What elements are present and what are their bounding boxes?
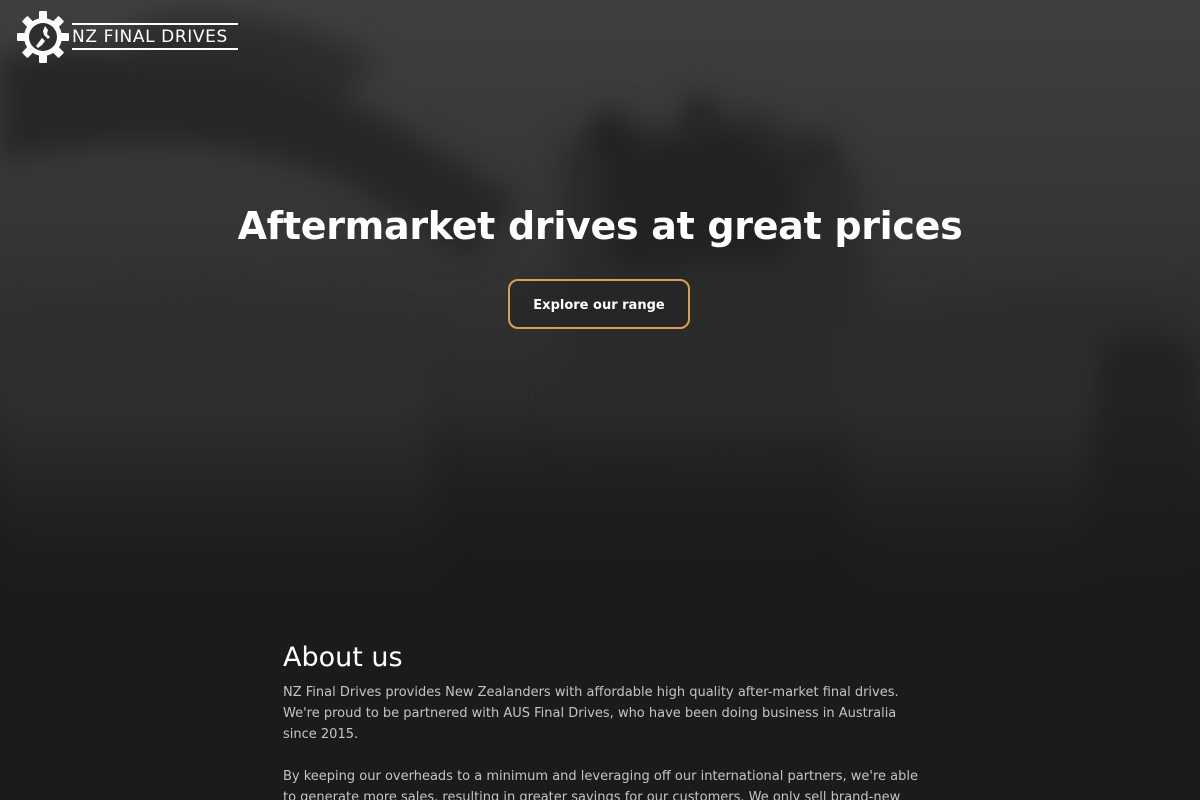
explore-range-button[interactable]: Explore our range xyxy=(508,279,690,329)
site-logo[interactable]: NZ FINAL DRIVES xyxy=(16,10,240,64)
about-heading: About us xyxy=(283,642,403,673)
hero-title: Aftermarket drives at great prices xyxy=(237,204,963,248)
about-paragraph: By keeping our overheads to a minimum an… xyxy=(283,769,918,800)
logo-rule-bottom xyxy=(72,48,238,50)
about-paragraph: NZ Final Drives provides New Zealanders … xyxy=(283,685,899,742)
about-section: About us NZ Final Drives provides New Ze… xyxy=(283,638,923,800)
hero-fade-overlay xyxy=(0,400,1200,600)
logo-wordmark: NZ FINAL DRIVES xyxy=(72,27,228,47)
hero-section: NZ FINAL DRIVES Aftermarket drives at gr… xyxy=(0,0,1200,600)
gear-nz-map-icon xyxy=(17,11,69,63)
logo-rule-top xyxy=(72,23,238,25)
page: NZ FINAL DRIVES Aftermarket drives at gr… xyxy=(0,0,1200,800)
